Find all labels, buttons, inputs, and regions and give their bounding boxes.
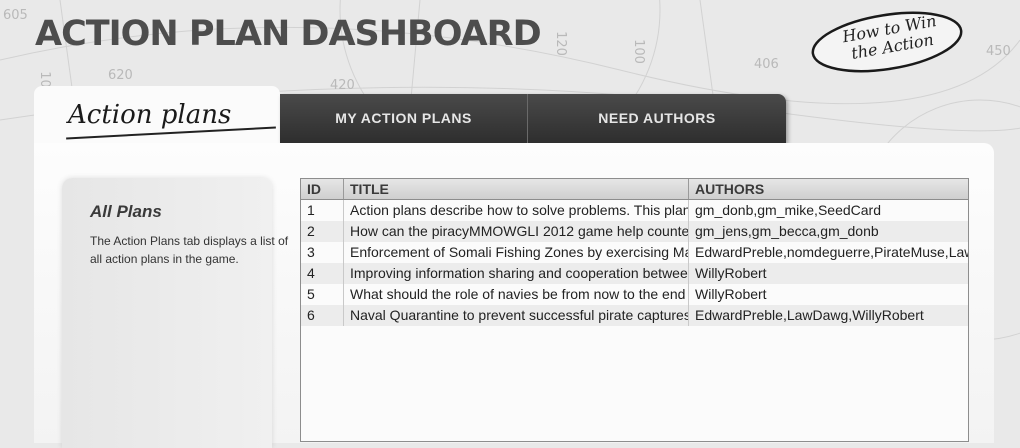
cell-title: Improving information sharing and cooper… <box>344 263 689 284</box>
column-header-title[interactable]: TITLE <box>344 179 689 199</box>
table-row[interactable]: 1 Action plans describe how to solve pro… <box>301 200 968 221</box>
cell-authors: WillyRobert <box>695 265 767 281</box>
tab-my-action-plans[interactable]: MY ACTION PLANS <box>280 94 528 143</box>
cell-authors: gm_donb,gm_mike,SeedCard <box>695 202 881 218</box>
table-row[interactable]: 5 What should the role of navies be from… <box>301 284 968 305</box>
page-title: ACTION PLAN DASHBOARD <box>35 14 542 54</box>
cell-title: What should the role of navies be from n… <box>344 284 689 305</box>
cell-authors: EdwardPreble,LawDawg,WillyRobert <box>695 307 924 323</box>
sidebar-heading: All Plans <box>90 202 162 221</box>
bg-number: 605 <box>3 8 28 23</box>
main-panel: All Plans The Action Plans tab displays … <box>34 143 994 448</box>
how-to-win-badge[interactable]: How to Win the Action <box>808 8 966 74</box>
tab-action-plans[interactable]: Action plans <box>34 86 280 148</box>
cell-id: 5 <box>301 284 344 305</box>
cell-id: 6 <box>301 305 344 326</box>
bg-number: 100 <box>630 39 646 64</box>
cell-title: How can the piracyMMOWGLI 2012 game help… <box>344 221 689 242</box>
column-header-id[interactable]: ID <box>301 179 344 199</box>
cell-authors: WillyRobert <box>695 286 767 302</box>
plans-table: ID TITLE AUTHORS 1 Action plans describe… <box>300 178 969 442</box>
cell-title: Action plans describe how to solve probl… <box>344 200 689 221</box>
cell-id: 1 <box>301 200 344 221</box>
table-header: ID TITLE AUTHORS <box>301 179 968 200</box>
bg-number: 450 <box>986 44 1011 59</box>
cell-id: 4 <box>301 263 344 284</box>
cell-id: 2 <box>301 221 344 242</box>
table-row[interactable]: 3 Enforcement of Somali Fishing Zones by… <box>301 242 968 263</box>
bg-number: 420 <box>330 78 355 93</box>
cell-authors: EdwardPreble,nomdeguerre,PirateMuse,LawD… <box>695 244 968 260</box>
tab-bar: MY ACTION PLANS NEED AUTHORS <box>280 94 786 143</box>
tab-action-plans-label: Action plans <box>68 100 232 130</box>
table-row[interactable]: 4 Improving information sharing and coop… <box>301 263 968 284</box>
column-header-authors[interactable]: AUTHORS <box>689 179 968 199</box>
cell-id: 3 <box>301 242 344 263</box>
cell-title: Enforcement of Somali Fishing Zones by e… <box>344 242 689 263</box>
table-row[interactable]: 2 How can the piracyMMOWGLI 2012 game he… <box>301 221 968 242</box>
cell-authors: gm_jens,gm_becca,gm_donb <box>695 223 879 239</box>
bg-number: 620 <box>108 68 133 83</box>
bg-number: 406 <box>754 57 779 72</box>
sidebar: All Plans The Action Plans tab displays … <box>62 178 288 448</box>
sidebar-content: All Plans The Action Plans tab displays … <box>90 178 288 448</box>
cell-title: Naval Quarantine to prevent successful p… <box>344 305 689 326</box>
bg-number: 120 <box>552 31 568 56</box>
sidebar-description: The Action Plans tab displays a list of … <box>90 234 289 266</box>
table-row[interactable]: 6 Naval Quarantine to prevent successful… <box>301 305 968 326</box>
tab-need-authors[interactable]: NEED AUTHORS <box>528 94 786 143</box>
